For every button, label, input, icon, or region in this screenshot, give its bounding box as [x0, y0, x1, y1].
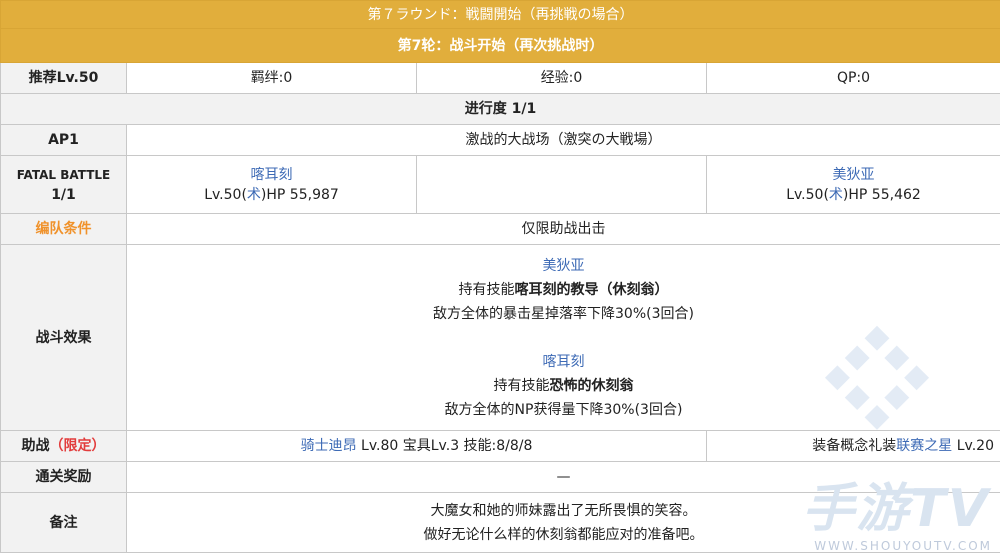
- support-label: 助战（限定）: [0, 430, 127, 462]
- support-ce: 装备概念礼装联赛之星 Lv.20: [706, 430, 1000, 462]
- fatal-battle-row: FATAL BATTLE 1/1 喀耳刻 Lv.50(术)HP 55,987 美…: [0, 155, 1000, 214]
- location-value: 激战的大战场（激突の大戦場）: [126, 124, 1000, 156]
- support-ce-level: Lv.20: [952, 438, 994, 454]
- progress-row: 进行度 1/1: [0, 93, 1000, 125]
- enemy-1-class[interactable]: 术: [247, 187, 261, 203]
- recommend-level: 推荐Lv.50: [0, 62, 127, 94]
- watermark-logo-icon: [824, 325, 930, 430]
- header-jp-title: 第７ラウンド：戦闘開始（再挑戦の場合）: [0, 0, 1000, 29]
- support-label-text: 助战: [21, 438, 50, 454]
- header-jp-row: 第７ラウンド：戦闘開始（再挑戦の場合）: [0, 0, 1000, 29]
- watermark-text: 手游TV: [802, 479, 990, 539]
- qp-value: QP:0: [706, 62, 1000, 94]
- header-cn-title: 第7轮：战斗开始（再次挑战时）: [0, 28, 1000, 63]
- formation-value: 仅限助战出击: [126, 213, 1000, 245]
- support-servant: 骑士迪昂 Lv.80 宝具Lv.3 技能:8/8/8: [126, 430, 707, 462]
- enemy-2-hp: )HP 55,462: [842, 186, 921, 203]
- exp-value: 经验:0: [416, 62, 707, 94]
- effect-1-name[interactable]: 美狄亚: [133, 254, 994, 278]
- effect-1-prefix: 持有技能: [458, 281, 515, 298]
- enemy-1-hp: )HP 55,987: [260, 186, 339, 203]
- watermark-url: WWW.SHOUYOUTV.COM: [814, 539, 992, 553]
- formation-row: 编队条件 仅限助战出击: [0, 213, 1000, 245]
- support-row: 助战（限定） 骑士迪昂 Lv.80 宝具Lv.3 技能:8/8/8 装备概念礼装…: [0, 430, 1000, 462]
- bond-value: 羁绊:0: [126, 62, 417, 94]
- reward-label: 通关奖励: [0, 461, 127, 493]
- enemy-2-name[interactable]: 美狄亚: [713, 165, 994, 185]
- effect-1-desc: 敌方全体的暴击星掉落率下降30%(3回合): [433, 305, 694, 322]
- progress-value: 进行度 1/1: [0, 93, 1000, 125]
- support-limited: （限定）: [49, 438, 106, 454]
- notes-label: 备注: [0, 492, 127, 553]
- enemy-2-level: Lv.50(: [786, 186, 829, 203]
- enemy-1-name[interactable]: 喀耳刻: [133, 165, 410, 185]
- formation-label: 编队条件: [0, 213, 127, 245]
- effect-2-skill: 恐怖的休刻翁: [549, 377, 634, 394]
- effect-1-skill-line: 持有技能喀耳刻的教导（休刻翁）: [133, 278, 994, 302]
- enemy-1: 喀耳刻 Lv.50(术)HP 55,987: [126, 155, 417, 214]
- enemy-empty-slot: [416, 155, 707, 214]
- fatal-battle-count: 1/1: [51, 186, 76, 203]
- enemy-2: 美狄亚 Lv.50(术)HP 55,462: [706, 155, 1000, 214]
- effect-2-prefix: 持有技能: [493, 377, 550, 394]
- fatal-battle-label: FATAL BATTLE 1/1: [0, 155, 127, 214]
- effect-1-skill: 喀耳刻的教导（休刻翁）: [514, 281, 669, 298]
- support-ce-name[interactable]: 联赛之星: [896, 438, 952, 454]
- summary-row: 推荐Lv.50 羁绊:0 经验:0 QP:0: [0, 62, 1000, 94]
- enemy-2-stats: Lv.50(术)HP 55,462: [713, 185, 994, 205]
- support-servant-info: Lv.80 宝具Lv.3 技能:8/8/8: [356, 438, 533, 454]
- ap-label: AP1: [0, 124, 127, 156]
- fatal-battle-title: FATAL BATTLE: [16, 167, 111, 182]
- header-cn-row: 第7轮：战斗开始（再次挑战时）: [0, 28, 1000, 63]
- ap-row: AP1 激战的大战场（激突の大戦場）: [0, 124, 1000, 156]
- effects-label: 战斗效果: [0, 244, 127, 431]
- enemy-2-class[interactable]: 术: [829, 187, 843, 203]
- support-ce-prefix: 装备概念礼装: [812, 438, 897, 454]
- enemy-1-level: Lv.50(: [204, 186, 247, 203]
- enemy-1-stats: Lv.50(术)HP 55,987: [133, 185, 410, 205]
- support-servant-name[interactable]: 骑士迪昂: [301, 438, 357, 454]
